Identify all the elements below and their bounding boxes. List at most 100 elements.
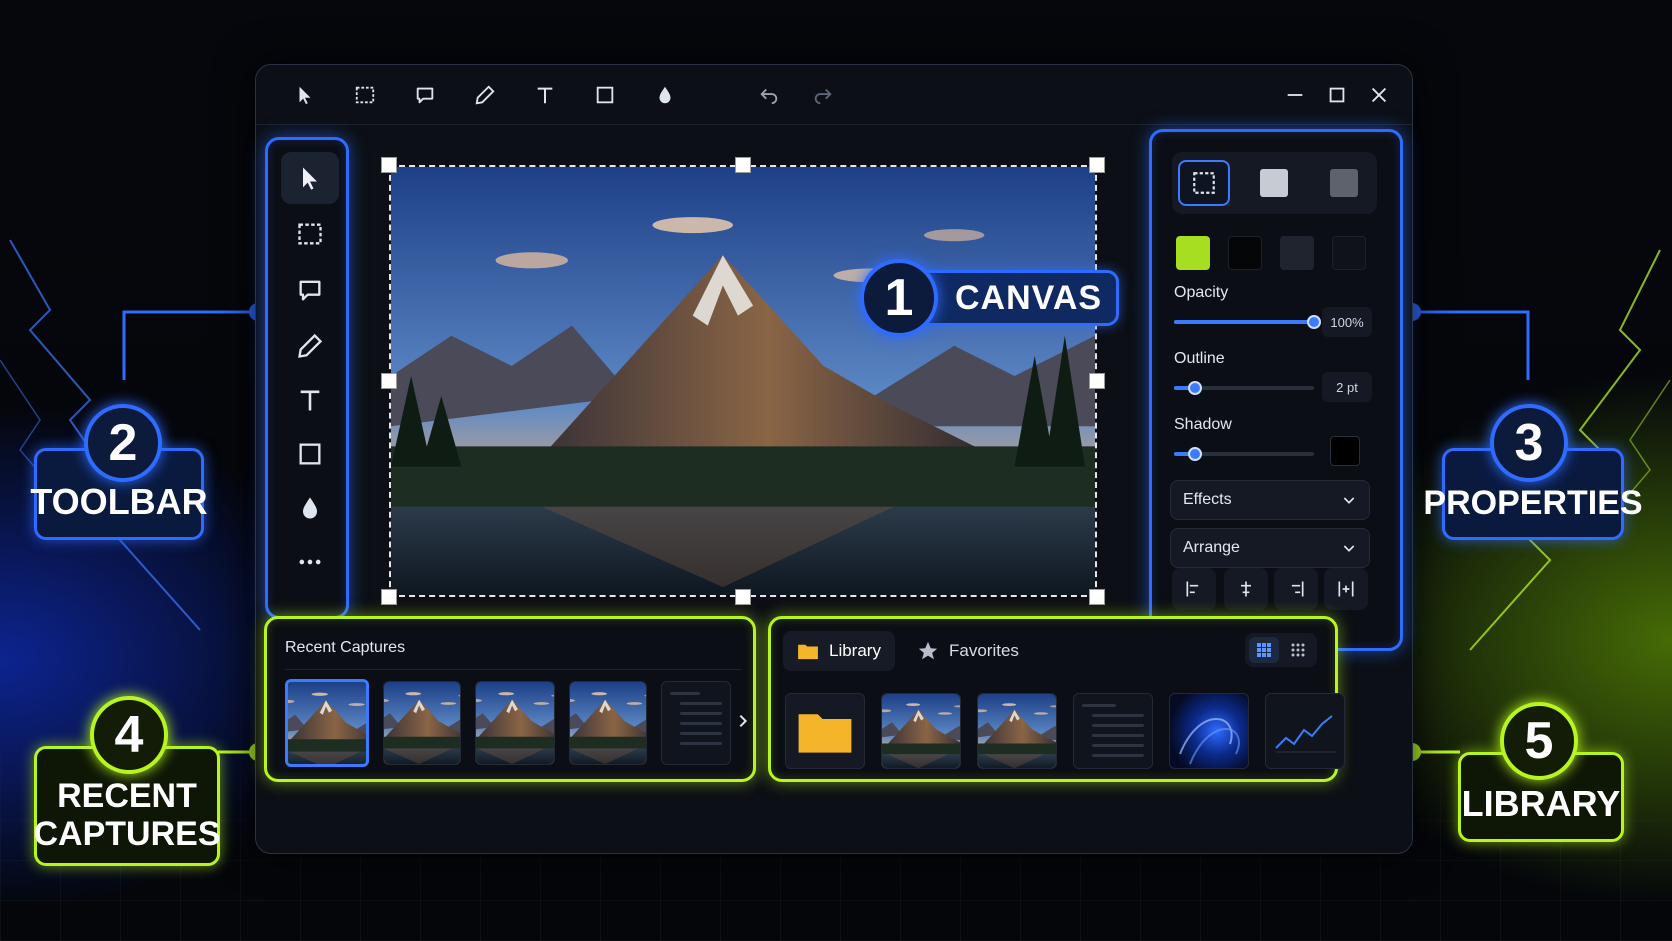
toolbar-panel [265,137,349,619]
pen-icon [298,333,323,358]
marquee-icon [298,223,322,245]
tab-favorites-label: Favorites [949,641,1019,660]
callout-number: 2 [84,404,162,482]
redo-icon[interactable] [810,82,836,108]
recent-captures-title: Recent Captures [285,639,406,656]
callout-label-line2: CAPTURES [33,815,221,853]
undo-icon[interactable] [756,82,782,108]
shadow-color-swatch[interactable] [1330,436,1360,466]
effects-dropdown[interactable]: Effects [1170,480,1370,520]
resize-handle-sw[interactable] [381,589,397,605]
toolbar-blur[interactable] [281,482,339,534]
divider [285,669,741,670]
tab-favorites[interactable]: Favorites [903,631,1033,671]
library-item-settings[interactable] [1073,693,1153,769]
recent-thumbnail[interactable] [285,679,369,767]
tab-library-label: Library [829,641,881,660]
resize-handle-ne[interactable] [1089,157,1105,173]
align-left-button[interactable] [1172,568,1216,610]
resize-handle-s[interactable] [735,589,751,605]
outline-value[interactable]: 2 pt [1322,372,1372,402]
callout-label-line1: RECENT [57,777,197,815]
toolbar-pointer[interactable] [281,152,339,204]
style-fill-dark-button[interactable] [1318,160,1370,206]
opacity-label: Opacity [1174,284,1229,301]
library-item-line-chart[interactable] [1265,693,1345,769]
callout-number: 3 [1490,404,1568,482]
callout-number: 1 [860,259,938,337]
recent-captures-panel: Recent Captures [264,616,756,782]
text-icon [300,390,320,411]
grid-large-icon[interactable] [1249,637,1279,663]
library-panel: Library Favorites [768,616,1345,782]
resize-handle-w[interactable] [381,373,397,389]
toolbar-text[interactable] [281,374,339,426]
toolbar-marquee[interactable] [281,208,339,260]
library-item-image[interactable] [977,693,1057,769]
toolbar-rectangle[interactable] [281,428,339,480]
align-center-icon [1241,581,1251,597]
speech-bubble-icon[interactable] [412,82,438,108]
line-chart-icon [1275,715,1336,753]
color-swatch-green[interactable] [1176,236,1210,270]
color-swatch-gray[interactable] [1280,236,1314,270]
callout-canvas: 1 CANVAS [860,259,1120,337]
shadow-slider-knob[interactable] [1188,447,1202,461]
light-square-icon [1260,169,1288,197]
recent-thumbnail[interactable] [569,681,647,765]
recent-thumbnail-settings[interactable] [661,681,731,765]
library-item-blue-swirl[interactable] [1169,693,1249,769]
chevron-down-icon [1343,497,1355,504]
effects-label: Effects [1183,491,1232,508]
mountain-lake-image [391,167,1095,595]
align-right-button[interactable] [1274,568,1318,610]
shape-style-selector [1172,152,1377,214]
resize-handle-e[interactable] [1089,373,1105,389]
align-center-button[interactable] [1224,568,1268,610]
opacity-slider-knob[interactable] [1307,315,1321,329]
folder-icon [798,644,818,660]
style-outline-button[interactable] [1178,160,1230,206]
callout-number: 4 [90,696,168,774]
color-swatch-black[interactable] [1228,236,1262,270]
pen-icon[interactable] [472,82,498,108]
toolbar-speech-bubble[interactable] [281,264,339,316]
resize-handle-se[interactable] [1089,589,1105,605]
style-fill-light-button[interactable] [1248,160,1300,206]
color-swatch-dark[interactable] [1332,236,1366,270]
blur-drop-icon[interactable] [652,82,678,108]
recent-thumbnail[interactable] [383,681,461,765]
star-icon [918,641,938,660]
pointer-icon[interactable] [292,82,318,108]
canvas-image[interactable] [389,165,1097,597]
shadow-label: Shadow [1174,416,1232,433]
resize-handle-nw[interactable] [381,157,397,173]
shadow-slider[interactable] [1174,447,1314,461]
chevron-right-icon[interactable] [735,711,751,736]
rectangle-icon[interactable] [592,82,618,108]
outline-slider-knob[interactable] [1188,381,1202,395]
library-item-image[interactable] [881,693,961,769]
maximize-icon[interactable] [1324,82,1350,108]
close-icon[interactable] [1366,82,1392,108]
distribute-button[interactable] [1324,568,1368,610]
library-item-folder[interactable] [785,693,865,769]
minimize-icon[interactable] [1282,82,1308,108]
arrange-dropdown[interactable]: Arrange [1170,528,1370,568]
marquee-icon[interactable] [352,82,378,108]
dark-square-icon [1330,169,1358,197]
folder-icon [798,714,852,753]
opacity-slider[interactable] [1174,315,1321,329]
outline-slider[interactable] [1174,381,1314,395]
more-icon [299,559,321,565]
align-right-icon [1291,581,1304,597]
toolbar-more[interactable] [281,536,339,588]
dashed-square-icon [1193,172,1215,194]
text-icon[interactable] [532,82,558,108]
resize-handle-n[interactable] [735,157,751,173]
tab-library[interactable]: Library [783,631,895,671]
recent-thumbnail[interactable] [475,681,555,765]
grid-small-icon[interactable] [1283,637,1313,663]
opacity-value[interactable]: 100% [1322,307,1372,337]
toolbar-pen[interactable] [281,320,339,372]
